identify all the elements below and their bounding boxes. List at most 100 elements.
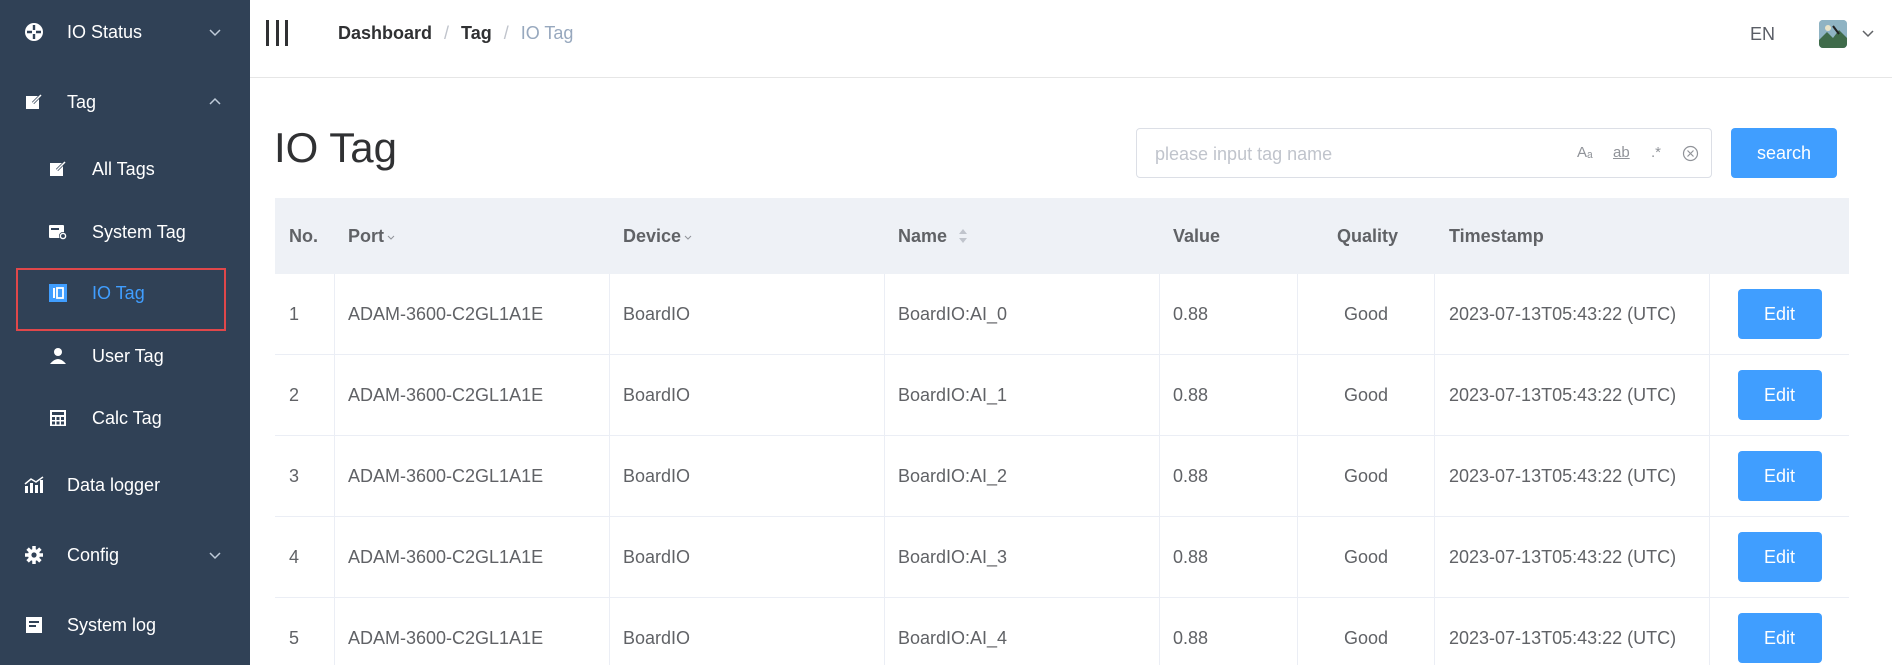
- edit-icon: [48, 159, 68, 179]
- menu-io-status[interactable]: IO Status: [0, 2, 250, 62]
- menu-config[interactable]: Config: [0, 525, 250, 585]
- edit-button[interactable]: Edit: [1737, 532, 1822, 582]
- caret-down-icon[interactable]: [1862, 28, 1874, 38]
- menu-label: Config: [67, 544, 120, 565]
- breadcrumb: Dashboard / Tag / IO Tag: [338, 23, 573, 44]
- cell-value: 0.88: [1160, 355, 1298, 435]
- submenu-calc-tag[interactable]: Calc Tag: [0, 390, 250, 446]
- user-icon: [48, 346, 68, 366]
- cell-name: BoardIO:AI_4: [885, 598, 1160, 665]
- column-header-value: Value: [1173, 225, 1221, 246]
- hamburger-menu-icon[interactable]: [266, 20, 288, 46]
- sidebar: IO Status Tag All Tags System Tag IO Tag…: [0, 0, 250, 665]
- cell-port: ADAM-3600-C2GL1A1E: [335, 598, 610, 665]
- cell-action: Edit: [1710, 517, 1849, 597]
- submenu-all-tags[interactable]: All Tags: [0, 141, 250, 197]
- table-row: 3 ADAM-3600-C2GL1A1E BoardIO BoardIO:AI_2 0.…: [275, 436, 1849, 517]
- cell-no: 4: [275, 517, 335, 597]
- cell-name: BoardIO:AI_1: [885, 355, 1160, 435]
- avatar[interactable]: [1819, 20, 1847, 48]
- chevron-down-icon: [209, 29, 221, 37]
- cell-device: BoardIO: [610, 355, 885, 435]
- chevron-up-icon: [209, 97, 221, 105]
- search-button[interactable]: search: [1731, 128, 1837, 178]
- match-whole-word-toggle[interactable]: ab: [1613, 144, 1630, 161]
- table-header: No. Port Device Name Value Quality Times…: [275, 198, 1849, 274]
- search-box: Aₐ ab .*: [1136, 128, 1712, 178]
- table-row: 4 ADAM-3600-C2GL1A1E BoardIO BoardIO:AI_3 0.…: [275, 517, 1849, 598]
- submenu-system-tag[interactable]: System Tag: [0, 204, 250, 260]
- breadcrumb-dashboard[interactable]: Dashboard: [338, 23, 432, 44]
- cell-name: BoardIO:AI_3: [885, 517, 1160, 597]
- column-header-device[interactable]: Device: [623, 198, 692, 274]
- cell-timestamp: 2023-07-13T05:43:22 (UTC): [1435, 517, 1710, 597]
- cell-name: BoardIO:AI_2: [885, 436, 1160, 516]
- selection-highlight-box: [16, 268, 226, 331]
- cell-no: 2: [275, 355, 335, 435]
- column-header-no: No.: [289, 225, 318, 246]
- cell-quality: Good: [1298, 355, 1435, 435]
- caret-down-icon: [387, 235, 395, 240]
- submenu-label: User Tag: [92, 345, 164, 366]
- edit-button[interactable]: Edit: [1737, 370, 1822, 420]
- cell-port: ADAM-3600-C2GL1A1E: [335, 436, 610, 516]
- cell-no: 5: [275, 598, 335, 665]
- menu-label: IO Status: [67, 21, 143, 42]
- submenu-user-tag[interactable]: User Tag: [0, 328, 250, 384]
- menu-label: Data logger: [67, 474, 161, 495]
- cell-quality: Good: [1298, 274, 1435, 354]
- cell-value: 0.88: [1160, 517, 1298, 597]
- cell-timestamp: 2023-07-13T05:43:22 (UTC): [1435, 274, 1710, 354]
- menu-tag[interactable]: Tag: [0, 72, 250, 132]
- submenu-label: Calc Tag: [92, 407, 162, 428]
- cell-port: ADAM-3600-C2GL1A1E: [335, 517, 610, 597]
- cell-action: Edit: [1710, 436, 1849, 516]
- regex-toggle[interactable]: .*: [1651, 144, 1661, 161]
- chevron-down-icon: [209, 552, 221, 560]
- system-tag-icon: [48, 222, 68, 242]
- top-navbar: Dashboard / Tag / IO Tag EN: [250, 0, 1892, 78]
- language-switch[interactable]: EN: [1750, 24, 1775, 45]
- cell-timestamp: 2023-07-13T05:43:22 (UTC): [1435, 598, 1710, 665]
- cell-name: BoardIO:AI_0: [885, 274, 1160, 354]
- clear-icon[interactable]: [1682, 145, 1699, 162]
- cell-quality: Good: [1298, 436, 1435, 516]
- breadcrumb-current: IO Tag: [520, 23, 574, 43]
- submenu-label: System Tag: [92, 221, 186, 242]
- cell-no: 1: [275, 274, 335, 354]
- match-case-toggle[interactable]: Aₐ: [1577, 144, 1593, 161]
- column-header-timestamp: Timestamp: [1449, 225, 1544, 246]
- column-header-name[interactable]: Name: [898, 198, 969, 274]
- search-input[interactable]: [1155, 141, 1555, 167]
- cell-quality: Good: [1298, 517, 1435, 597]
- log-icon: [24, 615, 44, 635]
- cell-action: Edit: [1710, 274, 1849, 354]
- submenu-label: All Tags: [92, 158, 155, 179]
- menu-system-log[interactable]: System log: [0, 595, 250, 655]
- edit-button[interactable]: Edit: [1737, 451, 1822, 501]
- cell-value: 0.88: [1160, 598, 1298, 665]
- cell-device: BoardIO: [610, 274, 885, 354]
- column-header-port[interactable]: Port: [348, 198, 395, 274]
- cell-quality: Good: [1298, 598, 1435, 665]
- breadcrumb-tag[interactable]: Tag: [461, 23, 492, 44]
- cell-action: Edit: [1710, 598, 1849, 665]
- menu-label: Tag: [67, 91, 97, 112]
- page-title: IO Tag: [274, 124, 397, 171]
- cell-value: 0.88: [1160, 274, 1298, 354]
- cell-device: BoardIO: [610, 517, 885, 597]
- edit-icon: [24, 92, 44, 112]
- calculator-icon: [48, 408, 68, 428]
- chart-icon: [24, 475, 44, 495]
- menu-data-logger[interactable]: Data logger: [0, 455, 250, 515]
- cell-port: ADAM-3600-C2GL1A1E: [335, 355, 610, 435]
- cell-port: ADAM-3600-C2GL1A1E: [335, 274, 610, 354]
- table-row: 5 ADAM-3600-C2GL1A1E BoardIO BoardIO:AI_4 0.…: [275, 598, 1849, 665]
- edit-button[interactable]: Edit: [1737, 289, 1822, 339]
- table-row: 2 ADAM-3600-C2GL1A1E BoardIO BoardIO:AI_1 0.…: [275, 355, 1849, 436]
- edit-button[interactable]: Edit: [1737, 613, 1822, 663]
- cell-no: 3: [275, 436, 335, 516]
- caret-down-icon: [684, 235, 692, 240]
- sort-icon: [959, 229, 968, 243]
- cell-timestamp: 2023-07-13T05:43:22 (UTC): [1435, 436, 1710, 516]
